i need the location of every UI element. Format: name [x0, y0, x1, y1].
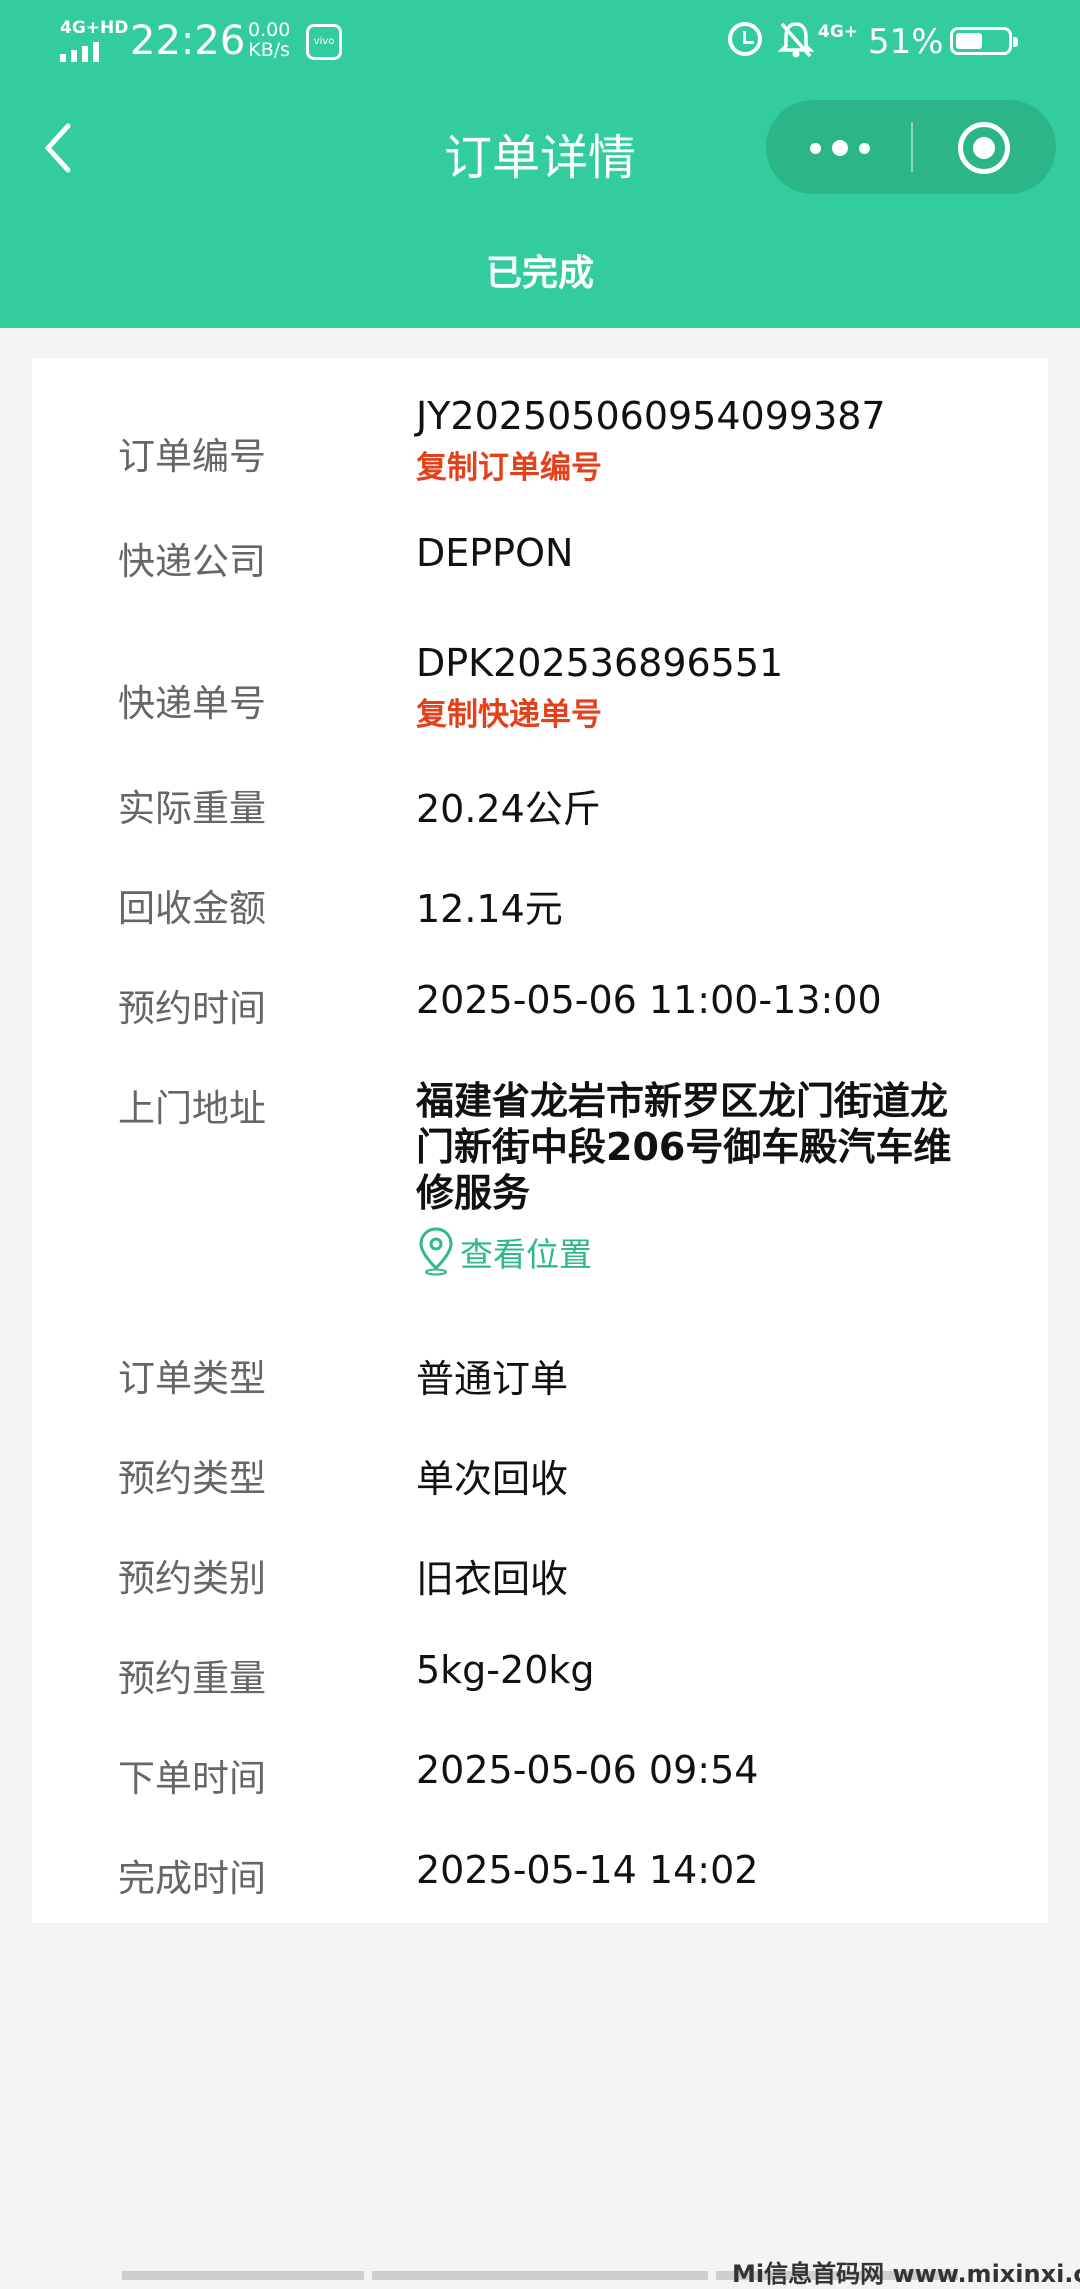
- mini-program-capsule: [766, 100, 1056, 194]
- complete-time-label: 完成时间: [118, 1857, 266, 1900]
- amount-label: 回收金额: [118, 887, 266, 930]
- appt-category-value: 旧衣回收: [416, 1557, 569, 1601]
- app-badge-icon: vivo: [306, 24, 342, 60]
- courier-value: DEPPON: [416, 531, 574, 575]
- appt-time-label: 预约时间: [118, 987, 266, 1030]
- status-bar: 4G+HD 22:26 0.00 KB/s vivo 4G+ 51%: [0, 0, 1080, 90]
- order-type-value: 普通订单: [416, 1357, 569, 1401]
- mute-bell-icon: [778, 22, 814, 58]
- complete-time-value: 2025-05-14 14:02: [416, 1848, 759, 1892]
- view-location-label: 查看位置: [460, 1235, 592, 1274]
- order-time-label: 下单时间: [118, 1757, 266, 1800]
- order-no-label: 订单编号: [118, 435, 266, 478]
- alarm-icon: [728, 22, 762, 56]
- close-target-icon[interactable]: [958, 122, 1010, 174]
- appt-type-value: 单次回收: [416, 1457, 569, 1501]
- speed-unit: KB/s: [248, 39, 291, 61]
- copy-order-no-button[interactable]: 复制订单编号: [416, 442, 602, 487]
- appt-weight-label: 预约重量: [118, 1657, 266, 1700]
- more-options-icon[interactable]: [806, 128, 876, 168]
- courier-label: 快递公司: [118, 540, 266, 583]
- tracking-value: DPK202536896551: [416, 641, 784, 685]
- speed-value: 0.00: [248, 19, 291, 41]
- nav-gesture-bar-1: [122, 2271, 364, 2280]
- order-type-label: 订单类型: [118, 1357, 266, 1400]
- weight-value: 20.24公斤: [416, 787, 601, 831]
- location-pin-icon: [419, 1227, 453, 1276]
- amount-value: 12.14元: [416, 887, 563, 931]
- battery-percent: 51%: [868, 22, 944, 62]
- order-status: 已完成: [485, 253, 594, 294]
- address-label: 上门地址: [118, 1087, 266, 1130]
- signal-icon: 4G+HD: [58, 18, 128, 62]
- appt-time-value: 2025-05-06 11:00-13:00: [416, 978, 882, 1022]
- network-speed: 0.00 KB/s: [248, 20, 290, 60]
- nav-gesture-bar-2: [372, 2271, 708, 2280]
- address-value: 福建省龙岩市新罗区龙门街道龙门新街中段206号御车殿汽车维修服务: [416, 1079, 952, 1215]
- watermark: Mi信息首码网 www.mixinxi.com: [732, 2260, 1080, 2288]
- weight-label: 实际重量: [118, 787, 266, 830]
- appt-weight-value: 5kg-20kg: [416, 1648, 595, 1692]
- network-label: 4G+HD: [60, 18, 129, 38]
- header-bar: 4G+HD 22:26 0.00 KB/s vivo 4G+ 51% 订单详情 …: [0, 0, 1080, 328]
- copy-tracking-button[interactable]: 复制快递单号: [416, 689, 602, 734]
- tracking-label: 快递单号: [118, 682, 266, 725]
- clock: 22:26: [130, 18, 246, 64]
- order-no-value: JY202505060954099387: [416, 394, 886, 438]
- appt-type-label: 预约类型: [118, 1457, 266, 1500]
- order-time-value: 2025-05-06 09:54: [416, 1748, 759, 1792]
- battery-icon: [950, 27, 1018, 55]
- appt-category-label: 预约类别: [118, 1557, 266, 1600]
- order-detail-card: 订单编号 JY202505060954099387 复制订单编号 快递公司 DE…: [32, 358, 1048, 1923]
- network-label-2: 4G+: [818, 22, 859, 42]
